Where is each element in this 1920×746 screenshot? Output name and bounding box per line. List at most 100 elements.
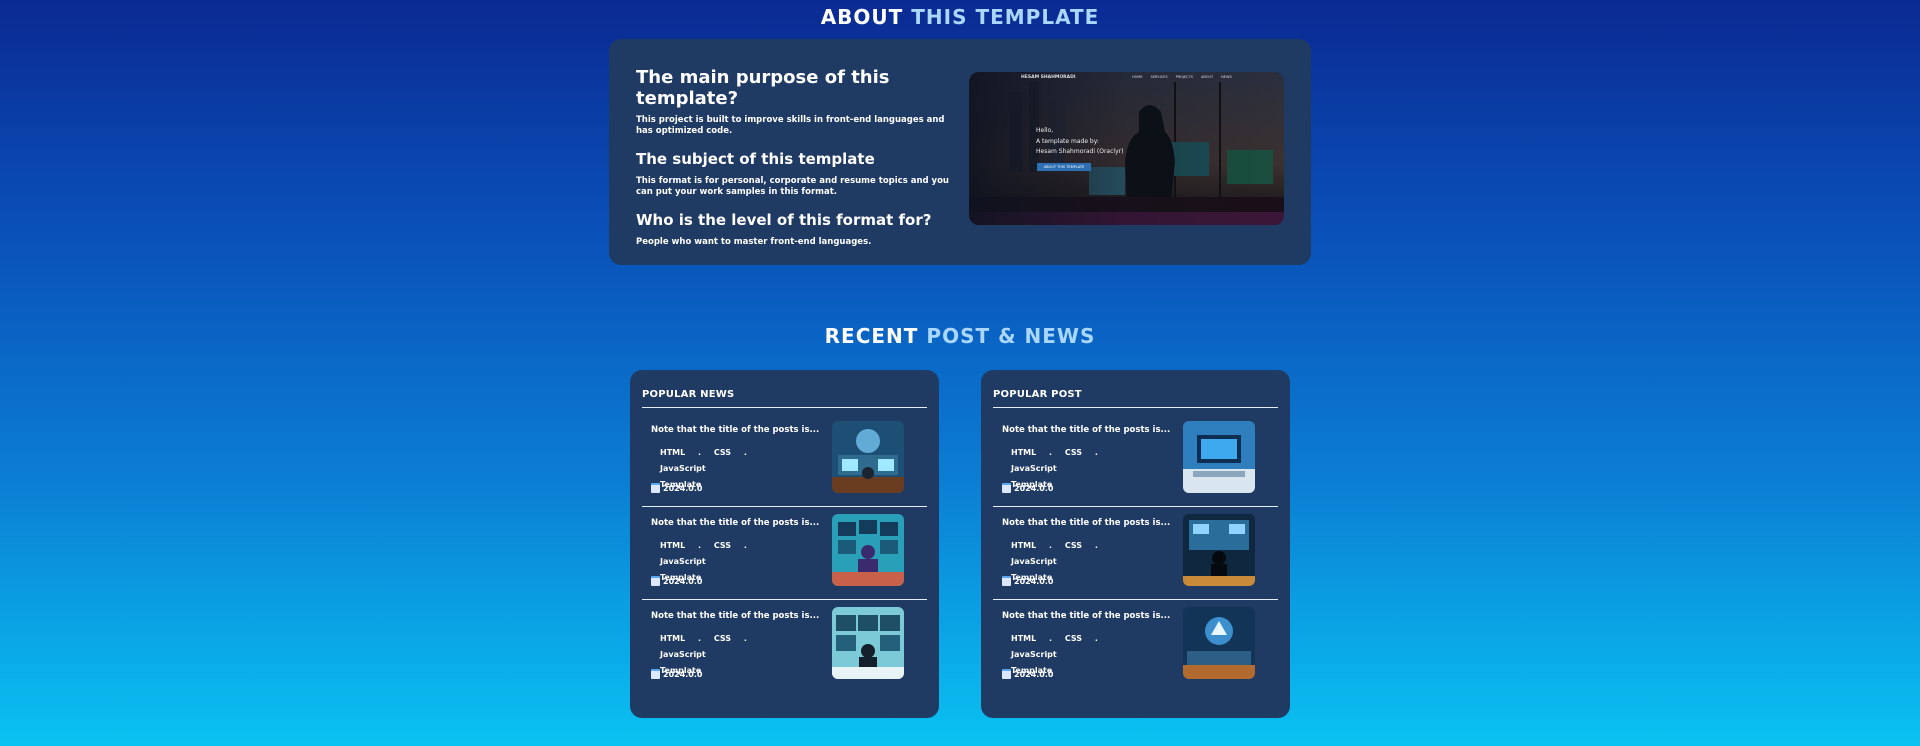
post-item-title[interactable]: Note that the title of the posts is... [1002,425,1170,435]
tag-html: HTML [1011,634,1037,643]
date-text: 2024.0.0 [1014,669,1054,679]
preview-about-button: ABOUT THIS TEMPLATE [1037,163,1091,171]
date-text: 2024.0.0 [663,483,703,493]
news-item[interactable]: Note that the title of the posts is... H… [642,415,927,507]
about-answer-1: This project is built to improve skills … [636,115,945,136]
tag-javascript: JavaScript [1011,650,1057,659]
about-section-title: ABOUT THIS TEMPLATE [0,5,1920,29]
news-item-date: 2024.0.0 [651,483,702,493]
preview-hello: Hello, [1036,127,1054,134]
tag-separator: . [698,448,702,457]
preview-nav-projects: PROJECTS [1175,75,1193,79]
about-answer-3: People who want to master front-end lang… [636,237,872,247]
calendar-icon [651,576,660,586]
calendar-icon [651,483,660,493]
news-item-title[interactable]: Note that the title of the posts is... [651,425,819,435]
tag-javascript: JavaScript [660,557,706,566]
about-card: The main purpose of this template? This … [609,39,1311,265]
about-question-2: The subject of this template [636,150,875,168]
news-thumbnail[interactable] [832,607,904,679]
tag-css: CSS [1064,448,1083,457]
recent-section-title: RECENT POST & NEWS [0,324,1920,348]
post-item-title[interactable]: Note that the title of the posts is... [1002,518,1170,528]
preview-made-by: A template made by: [1036,138,1099,145]
divider [642,407,927,408]
about-text: The main purpose of this template? This … [636,67,956,260]
popular-news-title: POPULAR NEWS [642,389,735,400]
news-item-title[interactable]: Note that the title of the posts is... [651,611,819,621]
post-item-date: 2024.0.0 [1002,483,1053,493]
tag-separator: . [698,634,702,643]
news-item[interactable]: Note that the title of the posts is... H… [642,601,927,693]
about-title-part2: THIS TEMPLATE [911,5,1100,29]
divider [642,506,927,507]
popular-news-card: POPULAR NEWS Note that the title of the … [630,370,939,718]
divider [993,599,1278,600]
news-item-date: 2024.0.0 [651,576,702,586]
tag-separator: . [1049,634,1053,643]
tag-javascript: JavaScript [1011,557,1057,566]
date-text: 2024.0.0 [1014,483,1054,493]
recent-title-part2: POST & NEWS [926,324,1096,348]
post-item-date: 2024.0.0 [1002,669,1053,679]
tag-separator: . [1094,634,1098,643]
preview-nav-services: SERVICES [1150,75,1168,79]
tag-css: CSS [713,541,732,550]
tag-css: CSS [1064,634,1083,643]
tag-css: CSS [1064,541,1083,550]
tag-javascript: JavaScript [660,464,706,473]
post-item[interactable]: Note that the title of the posts is... H… [993,601,1278,693]
preview-nav: HOME SERVICES PROJECTS ABOUT NEWS [1132,75,1232,79]
popular-post-card: POPULAR POST Note that the title of the … [981,370,1290,718]
calendar-icon [1002,576,1011,586]
news-item-title[interactable]: Note that the title of the posts is... [651,518,819,528]
template-preview-image: HESAM SHAHMORADI HOME SERVICES PROJECTS … [969,72,1284,225]
divider [642,599,927,600]
preview-author: Hesam Shahmoradi (Oraclyr) [1036,148,1124,155]
about-answer-2: This format is for personal, corporate a… [636,176,949,197]
post-item[interactable]: Note that the title of the posts is... H… [993,508,1278,600]
preview-nav-home: HOME [1132,75,1143,79]
calendar-icon [651,669,660,679]
divider [993,506,1278,507]
tag-html: HTML [1011,448,1037,457]
recent-title-part1: RECENT [824,324,919,348]
divider [993,407,1278,408]
post-item-date: 2024.0.0 [1002,576,1053,586]
about-question-1: The main purpose of this template? [636,67,890,109]
date-text: 2024.0.0 [663,669,703,679]
tag-css: CSS [713,448,732,457]
tag-javascript: JavaScript [660,650,706,659]
news-thumbnail[interactable] [832,514,904,586]
tag-javascript: JavaScript [1011,464,1057,473]
post-item[interactable]: Note that the title of the posts is... H… [993,415,1278,507]
tag-html: HTML [660,541,686,550]
post-item-title[interactable]: Note that the title of the posts is... [1002,611,1170,621]
tag-separator: . [1094,541,1098,550]
news-item[interactable]: Note that the title of the posts is... H… [642,508,927,600]
tag-html: HTML [660,634,686,643]
post-thumbnail[interactable] [1183,514,1255,586]
about-question-3: Who is the level of this format for? [636,211,932,229]
post-thumbnail[interactable] [1183,421,1255,493]
preview-nav-news: NEWS [1221,75,1232,79]
news-item-date: 2024.0.0 [651,669,702,679]
tag-html: HTML [1011,541,1037,550]
news-thumbnail[interactable] [832,421,904,493]
tag-html: HTML [660,448,686,457]
preview-brand: HESAM SHAHMORADI [1021,75,1076,80]
date-text: 2024.0.0 [663,576,703,586]
calendar-icon [1002,669,1011,679]
tag-separator: . [698,541,702,550]
tag-separator: . [1049,448,1053,457]
tag-separator: . [743,634,747,643]
tag-separator: . [743,541,747,550]
popular-post-title: POPULAR POST [993,389,1082,400]
tag-separator: . [743,448,747,457]
calendar-icon [1002,483,1011,493]
preview-nav-about: ABOUT [1200,75,1214,79]
date-text: 2024.0.0 [1014,576,1054,586]
tag-separator: . [1094,448,1098,457]
tag-separator: . [1049,541,1053,550]
post-thumbnail[interactable] [1183,607,1255,679]
